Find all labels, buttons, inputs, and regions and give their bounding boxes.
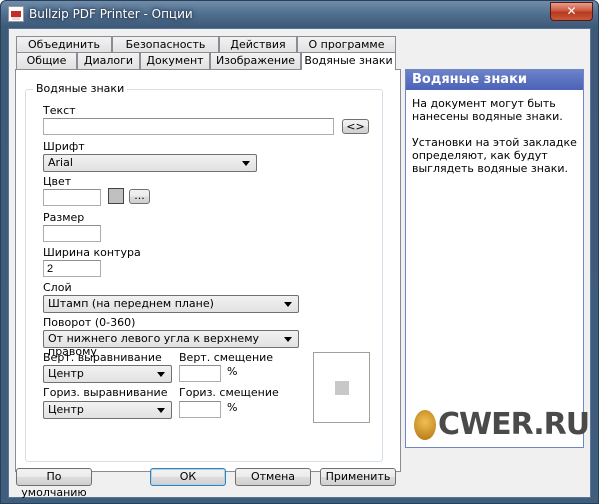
help-title: Водяные знаки (406, 70, 583, 90)
window-title: Bullzip PDF Printer - Опции (29, 7, 193, 21)
tab-dialogs[interactable]: Диалоги (77, 52, 140, 69)
mascot-icon (414, 410, 436, 440)
tab-image[interactable]: Изображение (210, 52, 301, 69)
rotation-select[interactable]: От нижнего левого угла к верхнему правом… (43, 330, 299, 358)
tab-watermark[interactable]: Водяные знаки (301, 52, 396, 70)
printer-icon (8, 6, 24, 22)
help-panel: Водяные знаки На документ могут быть нан… (405, 69, 584, 448)
rotation-label: Поворот (0-360) (43, 316, 136, 329)
color-input[interactable] (43, 189, 101, 206)
size-input[interactable] (43, 225, 101, 242)
title-bar: Bullzip PDF Printer - Опции ✕ (1, 1, 598, 27)
cancel-button[interactable]: Отмена (235, 468, 311, 486)
chevron-down-icon (157, 408, 165, 413)
vertical-align-value: Центр (48, 367, 84, 380)
tab-about[interactable]: О программе (297, 36, 396, 53)
watermark-preview (313, 352, 370, 423)
close-button[interactable]: ✕ (550, 2, 593, 21)
vertical-offset-input[interactable] (179, 365, 221, 382)
tab-merge[interactable]: Объединить (16, 36, 112, 53)
defaults-button[interactable]: По умолчанию (16, 468, 92, 499)
apply-button[interactable]: Применить (320, 468, 396, 486)
help-paragraph-1: На документ могут быть нанесены водяные … (412, 97, 563, 123)
site-watermark-text: CWER.RU (438, 407, 590, 442)
layer-select[interactable]: Штамп (на переднем плане) (43, 295, 299, 313)
options-window: Bullzip PDF Printer - Опции ✕ Объединить… (0, 0, 599, 504)
color-swatch[interactable] (108, 188, 124, 204)
horizontal-align-select[interactable]: Центр (43, 401, 172, 419)
outline-width-input[interactable] (43, 260, 101, 277)
insert-macro-button[interactable]: <> (342, 119, 369, 134)
vertical-align-select[interactable]: Центр (43, 365, 172, 383)
tab-security[interactable]: Безопасность (112, 36, 219, 53)
color-browse-button[interactable]: ... (129, 189, 150, 204)
vertical-align-label: Верт. выравнивание (43, 351, 162, 364)
chevron-down-icon (157, 372, 165, 377)
ok-button[interactable]: ОК (150, 468, 226, 486)
chevron-down-icon (242, 161, 250, 166)
dialog-client-area: Объединить Безопасность Действия О прогр… (8, 28, 591, 499)
chevron-down-icon (284, 337, 292, 342)
help-body: На документ могут быть нанесены водяные … (412, 97, 580, 188)
outline-width-label: Ширина контура (43, 246, 141, 259)
site-watermark-logo: CWER.RU (412, 406, 590, 446)
tab-general[interactable]: Общие (16, 52, 77, 69)
font-label: Шрифт (43, 140, 85, 153)
chevron-down-icon (284, 302, 292, 307)
horizontal-align-label: Гориз. выравнивание (43, 386, 168, 399)
tab-actions[interactable]: Действия (219, 36, 297, 53)
horizontal-align-value: Центр (48, 403, 84, 416)
color-label: Цвет (43, 175, 72, 188)
tab-document[interactable]: Документ (140, 52, 210, 69)
watermark-text-input[interactable] (43, 118, 334, 135)
preview-watermark-mark (335, 381, 349, 395)
layer-label: Слой (43, 281, 72, 294)
help-paragraph-2: Установки на этой закладке определяют, к… (412, 136, 577, 175)
layer-select-value: Штамп (на переднем плане) (48, 297, 214, 310)
horizontal-offset-input[interactable] (179, 401, 221, 418)
vertical-offset-label: Верт. смещение (179, 351, 274, 364)
horizontal-offset-unit: % (227, 401, 238, 414)
watermark-group-title: Водяные знаки (33, 82, 128, 95)
size-label: Размер (43, 211, 85, 224)
horizontal-offset-label: Гориз. смещение (179, 386, 279, 399)
font-select[interactable]: Arial (43, 154, 257, 172)
vertical-offset-unit: % (227, 365, 238, 378)
font-select-value: Arial (48, 156, 73, 169)
text-label: Текст (43, 104, 76, 117)
